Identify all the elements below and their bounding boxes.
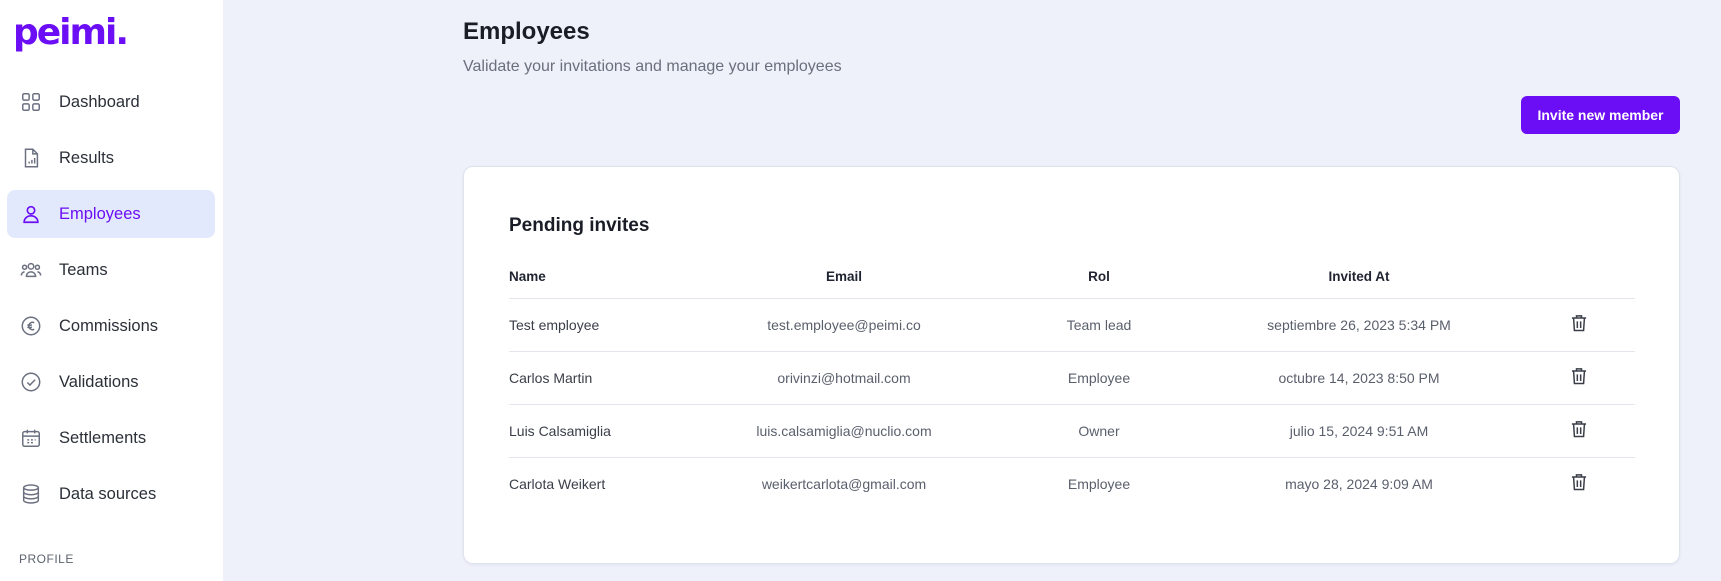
page-subtitle: Validate your invitations and manage you… — [463, 58, 842, 75]
cell-invited-at: julio 15, 2024 9:51 AM — [1209, 404, 1509, 458]
sidebar-item-validations[interactable]: Validations — [7, 358, 215, 406]
cell-invited-at: octubre 14, 2023 8:50 PM — [1209, 351, 1509, 405]
table-row: Test employee test.employee@peimi.co Tea… — [509, 298, 1635, 352]
document-chart-icon — [20, 147, 42, 169]
cell-invited-at: septiembre 26, 2023 5:34 PM — [1209, 298, 1509, 352]
table-header-row: Name Email Rol Invited At — [509, 255, 1635, 299]
check-circle-icon — [20, 371, 42, 393]
users-group-icon — [20, 259, 42, 281]
cell-actions — [1509, 298, 1635, 352]
cell-rol: Team lead — [989, 298, 1209, 352]
sidebar-item-label: Validations — [59, 372, 139, 391]
cell-name: Test employee — [509, 298, 699, 352]
table-row: Carlota Weikert weikertcarlota@gmail.com… — [509, 457, 1635, 510]
cell-invited-at: mayo 28, 2024 9:09 AM — [1285, 475, 1433, 492]
grid-icon — [20, 91, 42, 113]
cell-actions — [1509, 351, 1635, 405]
sidebar-item-label: Commissions — [59, 316, 159, 335]
sidebar-item-employees[interactable]: Employees — [7, 190, 215, 238]
database-icon — [20, 483, 42, 505]
cell-actions — [1509, 404, 1635, 458]
sidebar: peimi. Dashboard Results Employees Teams — [0, 0, 223, 581]
sidebar-nav: Dashboard Results Employees Teams Commis… — [7, 78, 215, 526]
sidebar-item-results[interactable]: Results — [7, 134, 215, 182]
sidebar-item-data-sources[interactable]: Data sources — [7, 470, 215, 518]
column-header-rol: Rol — [989, 255, 1209, 299]
table-row: Luis Calsamiglia luis.calsamiglia@nuclio… — [509, 404, 1635, 458]
cell-rol: Employee — [989, 351, 1209, 405]
trash-icon[interactable] — [1569, 366, 1589, 386]
pending-invites-table: Name Email Rol Invited At Test employee … — [509, 255, 1635, 510]
sidebar-item-label: Results — [59, 148, 115, 167]
pending-invites-card: Pending invites Name Email Rol Invited A… — [463, 166, 1680, 564]
user-icon — [20, 203, 42, 225]
column-header-email: Email — [699, 255, 989, 299]
cell-name: Luis Calsamiglia — [509, 404, 699, 458]
sidebar-item-label: Data sources — [59, 484, 157, 503]
sidebar-item-label: Settlements — [59, 428, 147, 447]
cell-rol: Owner — [989, 404, 1209, 458]
card-title: Pending invites — [509, 215, 650, 236]
cell-name: Carlos Martin — [509, 351, 699, 405]
table-row: Carlos Martin orivinzi@hotmail.com Emplo… — [509, 351, 1635, 405]
sidebar-item-dashboard[interactable]: Dashboard — [7, 78, 215, 126]
cell-email: test.employee@peimi.co — [699, 298, 989, 352]
trash-icon[interactable] — [1569, 313, 1589, 333]
logo[interactable]: peimi. — [13, 12, 129, 53]
column-header-actions — [1509, 255, 1635, 299]
column-header-invited-at: Invited At — [1209, 255, 1509, 299]
sidebar-item-settlements[interactable]: Settlements — [7, 414, 215, 462]
cell-rol: Employee — [1067, 475, 1131, 492]
sidebar-section-label: PROFILE — [19, 552, 74, 566]
cell-email: weikertcarlota@gmail.com — [761, 475, 927, 492]
sidebar-item-label: Teams — [59, 260, 108, 279]
sidebar-item-label: Dashboard — [59, 92, 140, 111]
cell-name: Carlota Weikert — [509, 475, 606, 492]
sidebar-item-commissions[interactable]: Commissions — [7, 302, 215, 350]
cell-email: luis.calsamiglia@nuclio.com — [699, 404, 989, 458]
trash-icon[interactable] — [1569, 472, 1589, 492]
cell-email: orivinzi@hotmail.com — [699, 351, 989, 405]
column-header-name: Name — [509, 255, 699, 299]
euro-icon — [20, 315, 42, 337]
page-title: Employees — [463, 18, 590, 45]
sidebar-item-teams[interactable]: Teams — [7, 246, 215, 294]
trash-icon[interactable] — [1569, 419, 1589, 439]
calendar-icon — [20, 427, 42, 449]
cell-actions — [1509, 457, 1635, 510]
sidebar-item-label: Employees — [59, 204, 141, 223]
invite-new-member-button[interactable]: Invite new member — [1521, 96, 1680, 134]
